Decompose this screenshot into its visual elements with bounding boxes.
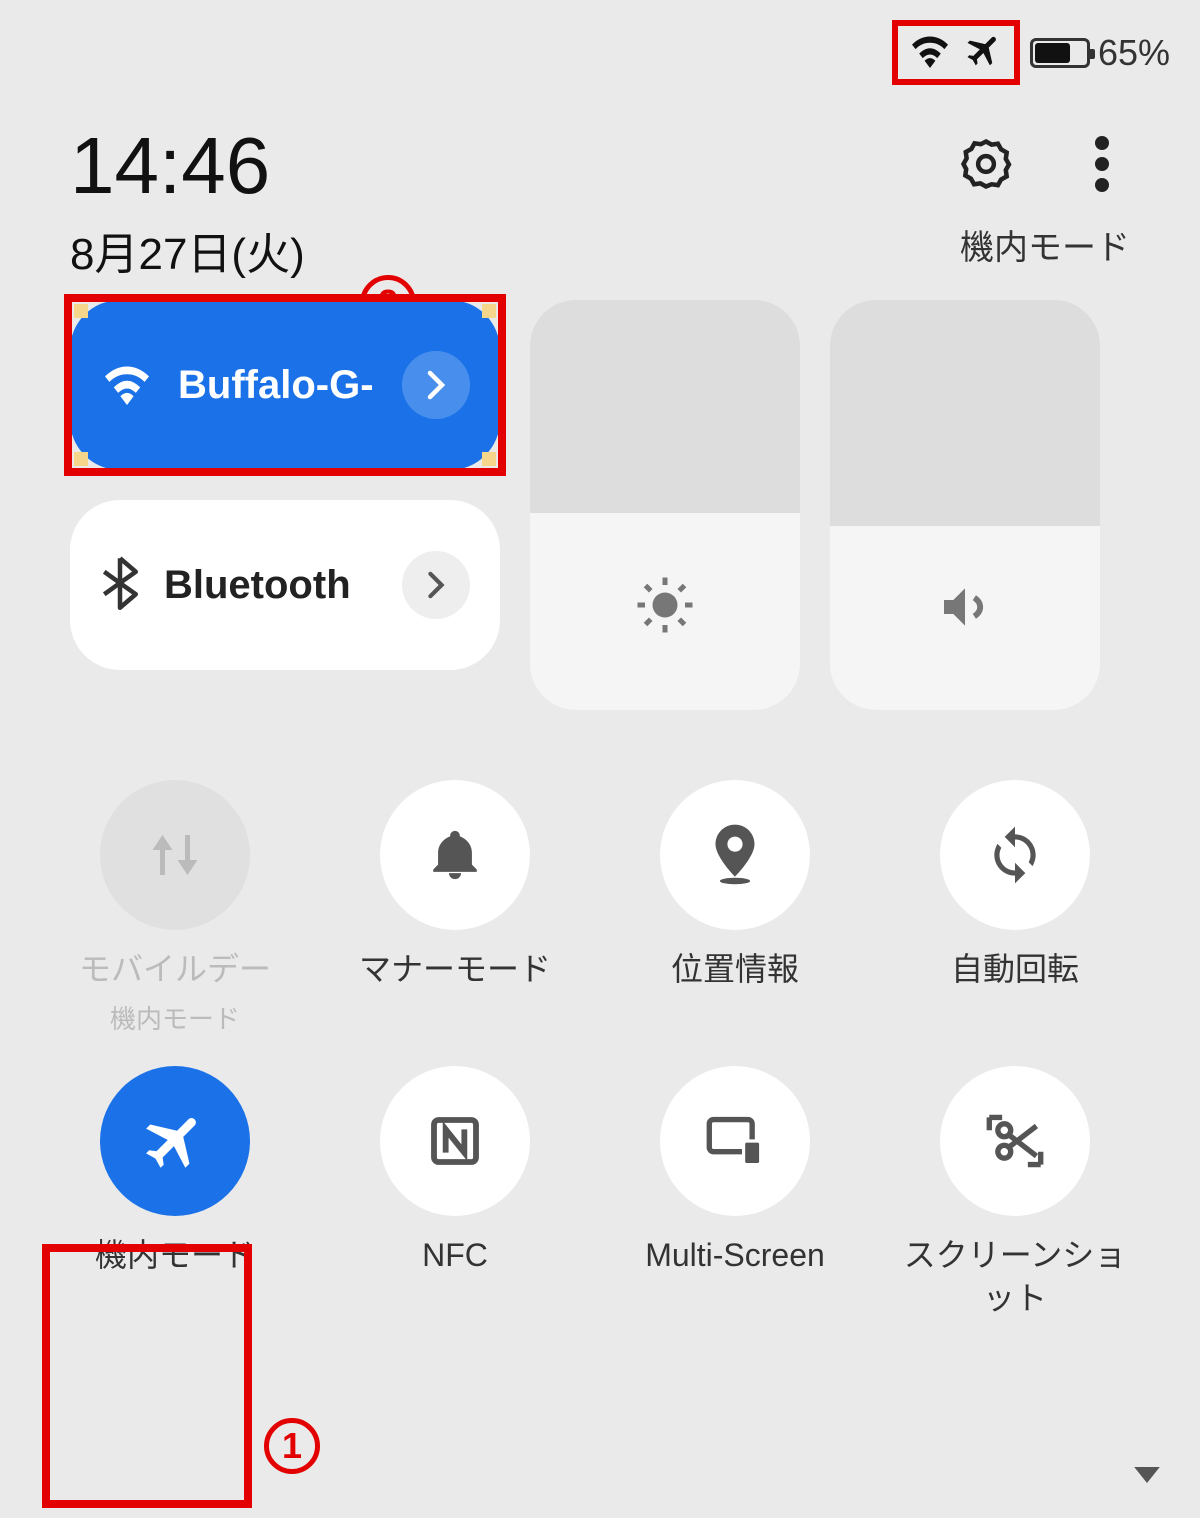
- volume-icon: [935, 579, 995, 640]
- volume-slider[interactable]: [830, 300, 1100, 710]
- bell-icon: [380, 780, 530, 930]
- brightness-slider[interactable]: [530, 300, 800, 710]
- rotate-icon: [940, 780, 1090, 930]
- bluetooth-label: Bluetooth: [164, 563, 378, 608]
- expand-arrow-icon[interactable]: [1134, 1467, 1160, 1488]
- location-toggle[interactable]: 位置情報: [600, 780, 870, 1036]
- bluetooth-expand-button[interactable]: [402, 551, 470, 619]
- battery-percent: 65%: [1098, 32, 1170, 74]
- battery-icon: [1030, 38, 1090, 68]
- annotation-1: 1: [264, 1418, 320, 1474]
- mobile-data-icon: [100, 780, 250, 930]
- silent-mode-toggle[interactable]: マナーモード: [320, 780, 590, 1036]
- screenshot-label: スクリーンショット: [900, 1234, 1130, 1320]
- selection-corner: [482, 452, 496, 466]
- wifi-expand-button[interactable]: [402, 351, 470, 419]
- quick-settings-panel: Buffalo-G- Bluetooth: [70, 300, 1130, 710]
- bluetooth-tile[interactable]: Bluetooth: [70, 500, 500, 670]
- multiscreen-icon: [660, 1066, 810, 1216]
- wifi-icon: [100, 361, 154, 410]
- settings-button[interactable]: [958, 136, 1014, 192]
- location-label: 位置情報: [671, 948, 799, 991]
- airplane-icon: [100, 1066, 250, 1216]
- battery-status: 65%: [1030, 32, 1170, 74]
- bluetooth-icon: [100, 556, 140, 615]
- status-highlight-box: [892, 20, 1020, 85]
- scissors-screenshot-icon: [940, 1066, 1090, 1216]
- mobile-data-toggle[interactable]: モバイルデー 機内モード: [40, 780, 310, 1036]
- wifi-status-icon: [908, 32, 952, 73]
- selection-corner: [74, 452, 88, 466]
- mobile-data-sublabel: 機内モード: [110, 999, 240, 1036]
- mode-indicator-label: 機内モード: [960, 220, 1130, 269]
- nfc-toggle[interactable]: NFC: [320, 1066, 590, 1320]
- screenshot-toggle[interactable]: スクリーンショット: [880, 1066, 1150, 1320]
- time-label: 14:46: [70, 120, 305, 212]
- wifi-tile[interactable]: Buffalo-G-: [70, 300, 500, 470]
- location-pin-icon: [660, 780, 810, 930]
- clock-area[interactable]: 14:46 8月27日(火): [70, 120, 305, 282]
- status-bar: 65%: [892, 20, 1170, 85]
- brightness-icon: [635, 575, 695, 640]
- wifi-label: Buffalo-G-: [178, 363, 378, 408]
- auto-rotate-toggle[interactable]: 自動回転: [880, 780, 1150, 1036]
- mobile-data-label: モバイルデー: [79, 948, 271, 991]
- selection-corner: [482, 304, 496, 318]
- airplane-mode-label: 機内モード: [95, 1234, 255, 1277]
- airplane-mode-toggle[interactable]: 機内モード: [40, 1066, 310, 1320]
- nfc-label: NFC: [422, 1234, 488, 1277]
- nfc-icon: [380, 1066, 530, 1216]
- overflow-menu-button[interactable]: [1074, 136, 1130, 192]
- selection-corner: [74, 304, 88, 318]
- airplane-status-icon: [964, 30, 1004, 75]
- quick-toggle-grid: モバイルデー 機内モード マナーモード 位置情報 自動回転 機内モード NFC: [40, 780, 1150, 1321]
- date-label: 8月27日(火): [70, 218, 305, 282]
- multiscreen-label: Multi-Screen: [645, 1234, 825, 1277]
- multiscreen-toggle[interactable]: Multi-Screen: [600, 1066, 870, 1320]
- auto-rotate-label: 自動回転: [951, 948, 1079, 991]
- silent-mode-label: マナーモード: [359, 948, 551, 991]
